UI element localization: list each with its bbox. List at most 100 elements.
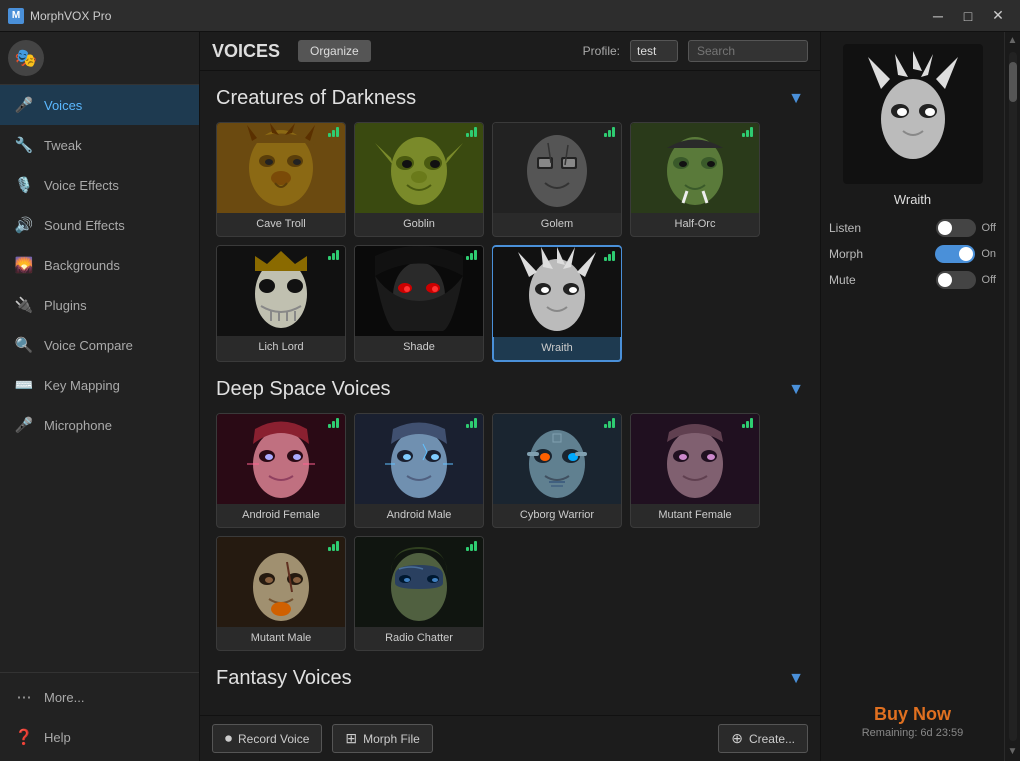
mute-state: Off (982, 274, 996, 286)
voice-grid-deep-space: Android Female (216, 413, 804, 651)
morph-toggle[interactable] (935, 245, 975, 263)
profile-label: Profile: (583, 44, 620, 58)
mute-toggle[interactable] (936, 271, 976, 289)
create-label: Create... (749, 732, 795, 746)
section-title-deep-space: Deep Space Voices (216, 378, 391, 401)
collapse-fantasy-icon[interactable]: ▼ (788, 670, 804, 688)
collapse-creatures-icon[interactable]: ▼ (788, 90, 804, 108)
morph-state: On (981, 248, 996, 260)
sidebar-item-voices[interactable]: 🎤 Voices (0, 85, 199, 125)
sidebar-item-more-label: More... (44, 690, 84, 705)
voice-card-shade[interactable]: Shade (354, 245, 484, 362)
voice-card-mutant-female[interactable]: Mutant Female (630, 413, 760, 528)
voice-grid-wrapper[interactable]: Creatures of Darkness ▼ (200, 71, 820, 715)
voice-name-radio-chatter: Radio Chatter (385, 632, 453, 644)
record-voice-button[interactable]: ⏺ Record Voice (212, 724, 322, 753)
sidebar-item-voice-effects[interactable]: 🎙️ Voice Effects (0, 165, 199, 205)
listen-toggle[interactable] (936, 219, 976, 237)
scroll-down-arrow[interactable]: ▼ (1008, 745, 1018, 759)
voice-name-shade: Shade (403, 341, 435, 353)
voice-card-golem[interactable]: Golem (492, 122, 622, 237)
voice-card-android-male[interactable]: Android Male (354, 413, 484, 528)
voice-card-radio-chatter[interactable]: Radio Chatter (354, 536, 484, 651)
morph-file-label: Morph File (363, 732, 420, 746)
sidebar-item-tweak[interactable]: 🔧 Tweak (0, 125, 199, 165)
voice-card-img-cave-troll (217, 123, 345, 213)
level-indicator-android-female (328, 418, 339, 428)
section-title-creatures: Creatures of Darkness (216, 87, 416, 110)
voices-icon: 🎤 (14, 95, 34, 115)
preview-box (843, 44, 983, 184)
voice-name-cave-troll: Cave Troll (256, 218, 306, 230)
search-input[interactable] (688, 40, 808, 62)
microphone-icon: 🎤 (14, 415, 34, 435)
listen-toggle-knob (938, 221, 952, 235)
voice-card-android-female[interactable]: Android Female (216, 413, 346, 528)
voice-name-android-male: Android Male (387, 509, 452, 521)
level-indicator-cyborg-warrior (604, 418, 615, 428)
voice-card-img-android-female (217, 414, 345, 504)
voice-card-img-lich-lord (217, 246, 345, 336)
plugins-icon: 🔌 (14, 295, 34, 315)
sound-effects-icon: 🔊 (14, 215, 34, 235)
level-indicator-mutant-male (328, 541, 339, 551)
level-indicator-wraith (604, 251, 615, 261)
minimize-button[interactable]: ─ (924, 6, 952, 26)
mute-row: Mute Off (829, 271, 996, 289)
sidebar-item-voices-label: Voices (44, 98, 82, 113)
sidebar-item-voice-compare[interactable]: 🔍 Voice Compare (0, 325, 199, 365)
sidebar-item-more[interactable]: ⋯ More... (0, 677, 199, 717)
scroll-track (1009, 52, 1017, 741)
voice-card-img-cyborg-warrior (493, 414, 621, 504)
level-indicator-radio-chatter (466, 541, 477, 551)
sidebar-item-help[interactable]: ❓ Help (0, 717, 199, 757)
organize-button[interactable]: Organize (298, 40, 371, 62)
section-title-fantasy: Fantasy Voices (216, 667, 352, 690)
voice-name-goblin: Goblin (403, 218, 435, 230)
voice-name-cyborg-warrior: Cyborg Warrior (520, 509, 594, 521)
mute-toggle-switch: Off (936, 271, 996, 289)
voice-card-img-half-orc (631, 123, 759, 213)
sidebar-item-backgrounds[interactable]: 🌄 Backgrounds (0, 245, 199, 285)
window-title: MorphVOX Pro (30, 9, 111, 23)
voice-card-wraith[interactable]: Wraith (492, 245, 622, 362)
scroll-up-arrow[interactable]: ▲ (1008, 34, 1018, 48)
voice-card-cave-troll[interactable]: Cave Troll (216, 122, 346, 237)
create-button[interactable]: ⊕ Create... (718, 724, 808, 753)
voice-card-img-golem (493, 123, 621, 213)
morph-toggle-switch: On (935, 245, 996, 263)
maximize-button[interactable]: □ (954, 6, 982, 26)
voice-card-img-mutant-female (631, 414, 759, 504)
morph-file-icon: ⊞ (345, 730, 357, 747)
voice-card-img-android-male (355, 414, 483, 504)
listen-row: Listen Off (829, 219, 996, 237)
remaining-text: Remaining: 6d 23:59 (862, 727, 964, 739)
sidebar-item-sound-effects[interactable]: 🔊 Sound Effects (0, 205, 199, 245)
sidebar-item-plugins[interactable]: 🔌 Plugins (0, 285, 199, 325)
morph-label: Morph (829, 247, 874, 261)
profile-select[interactable]: test (630, 40, 678, 62)
voice-card-goblin[interactable]: Goblin (354, 122, 484, 237)
sidebar-item-sound-effects-label: Sound Effects (44, 218, 125, 233)
buy-now-button[interactable]: Buy Now (862, 704, 964, 725)
listen-state: Off (982, 222, 996, 234)
sidebar-item-key-mapping[interactable]: ⌨️ Key Mapping (0, 365, 199, 405)
morph-toggle-knob (959, 247, 973, 261)
buy-now-section: Buy Now Remaining: 6d 23:59 (862, 694, 964, 749)
voice-card-mutant-male[interactable]: Mutant Male (216, 536, 346, 651)
collapse-deep-space-icon[interactable]: ▼ (788, 381, 804, 399)
close-button[interactable]: ✕ (984, 6, 1012, 26)
scroll-thumb[interactable] (1009, 62, 1017, 102)
key-mapping-icon: ⌨️ (14, 375, 34, 395)
level-indicator-goblin (466, 127, 477, 137)
morph-file-button[interactable]: ⊞ Morph File (332, 724, 432, 753)
sidebar-item-voice-effects-label: Voice Effects (44, 178, 119, 193)
sidebar-item-help-label: Help (44, 730, 71, 745)
toolbar-title: VOICES (212, 41, 280, 62)
backgrounds-icon: 🌄 (14, 255, 34, 275)
sidebar-item-microphone[interactable]: 🎤 Microphone (0, 405, 199, 445)
voice-card-lich-lord[interactable]: Lich Lord (216, 245, 346, 362)
voice-card-half-orc[interactable]: Half-Orc (630, 122, 760, 237)
voice-card-cyborg-warrior[interactable]: Cyborg Warrior (492, 413, 622, 528)
listen-label: Listen (829, 221, 874, 235)
